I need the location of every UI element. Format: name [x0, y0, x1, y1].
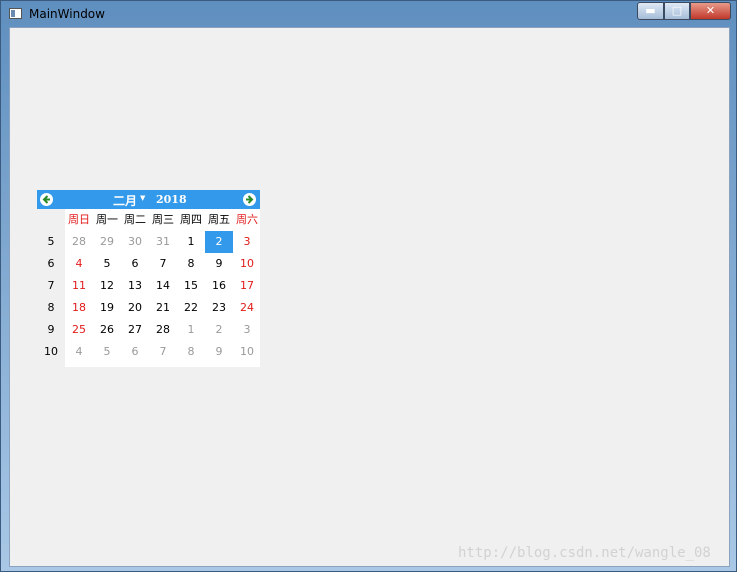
close-button[interactable]: ✕: [690, 2, 731, 20]
date-cell[interactable]: 31: [149, 231, 177, 253]
date-cell[interactable]: 1: [177, 231, 205, 253]
date-cell[interactable]: 21: [149, 297, 177, 319]
weekday-header: 周四: [180, 213, 202, 226]
date-cell[interactable]: 4: [65, 253, 93, 275]
minimize-button[interactable]: ▬: [637, 2, 664, 20]
chevron-down-icon: ▼: [140, 194, 146, 202]
week-number: 5: [47, 235, 55, 248]
window-title: MainWindow: [29, 7, 105, 21]
next-month-button[interactable]: [243, 193, 256, 206]
week-number: 9: [47, 323, 55, 336]
date-cell[interactable]: 10: [233, 253, 261, 275]
date-cell[interactable]: 9: [205, 253, 233, 275]
date-cell[interactable]: 14: [149, 275, 177, 297]
calendar-grid: 周日 周一 周二 周三 周四 周五 周六 5 28 29 30 31 1 2 3 6 4 5 6 7 8 9 10 7 11 12…: [37, 209, 260, 367]
date-cell[interactable]: 16: [205, 275, 233, 297]
year-spinbox[interactable]: 2018: [156, 193, 187, 206]
app-window-icon: [9, 8, 22, 19]
weekday-header: 周三: [152, 213, 174, 226]
prev-month-button[interactable]: [40, 193, 53, 206]
date-cell[interactable]: 10: [233, 341, 261, 363]
date-cell[interactable]: 19: [93, 297, 121, 319]
date-cell[interactable]: 11: [65, 275, 93, 297]
date-cell[interactable]: 7: [149, 341, 177, 363]
date-cell[interactable]: 15: [177, 275, 205, 297]
arrow-left-icon: [42, 195, 50, 204]
date-cell[interactable]: 5: [93, 341, 121, 363]
date-cell[interactable]: 6: [121, 253, 149, 275]
date-cell[interactable]: 3: [233, 319, 261, 341]
date-cell[interactable]: 6: [121, 341, 149, 363]
date-cell[interactable]: 4: [65, 341, 93, 363]
date-cell[interactable]: 13: [121, 275, 149, 297]
arrow-right-icon: [246, 195, 254, 204]
date-cell[interactable]: 12: [93, 275, 121, 297]
date-cell[interactable]: 17: [233, 275, 261, 297]
date-cell[interactable]: 30: [121, 231, 149, 253]
minimize-icon: ▬: [645, 4, 656, 17]
weekday-header: 周二: [124, 213, 146, 226]
title-bar[interactable]: MainWindow ▬ □ ✕: [1, 1, 737, 27]
date-cell[interactable]: 28: [65, 231, 93, 253]
weekday-header: 周日: [68, 213, 90, 226]
watermark: http://blog.csdn.net/wangle_08: [458, 545, 711, 561]
date-cell[interactable]: 26: [93, 319, 121, 341]
date-cell[interactable]: 18: [65, 297, 93, 319]
date-cell[interactable]: 24: [233, 297, 261, 319]
maximize-button[interactable]: □: [664, 2, 690, 20]
week-number: 10: [44, 345, 58, 358]
main-window: MainWindow ▬ □ ✕ 二月 ▼ 2018 周日 周一 周二 周三 周…: [0, 0, 737, 572]
week-number: 7: [47, 279, 55, 292]
date-cell[interactable]: 27: [121, 319, 149, 341]
date-cell[interactable]: 29: [93, 231, 121, 253]
calendar-navigation-bar: 二月 ▼ 2018: [37, 190, 260, 209]
close-icon: ✕: [705, 4, 716, 17]
date-cell[interactable]: 25: [65, 319, 93, 341]
date-cell[interactable]: 8: [177, 341, 205, 363]
selected-date-cell[interactable]: 2: [205, 231, 233, 253]
date-cell[interactable]: 7: [149, 253, 177, 275]
weekday-header: 周一: [96, 213, 118, 226]
month-dropdown[interactable]: 二月: [113, 192, 137, 209]
date-cell[interactable]: 3: [233, 231, 261, 253]
weekday-header: 周六: [236, 213, 258, 226]
date-cell[interactable]: 28: [149, 319, 177, 341]
calendar-widget: 二月 ▼ 2018 周日 周一 周二 周三 周四 周五 周六 5 28 29 30 31 1 2 3 6 4 5 6…: [37, 190, 260, 367]
weekday-header: 周五: [208, 213, 230, 226]
date-cell[interactable]: 9: [205, 341, 233, 363]
date-cell[interactable]: 23: [205, 297, 233, 319]
date-cell[interactable]: 20: [121, 297, 149, 319]
date-cell[interactable]: 1: [177, 319, 205, 341]
week-number: 8: [47, 301, 55, 314]
date-cell[interactable]: 2: [205, 319, 233, 341]
date-cell[interactable]: 22: [177, 297, 205, 319]
date-cell[interactable]: 5: [93, 253, 121, 275]
maximize-icon: □: [671, 4, 683, 17]
week-number: 6: [47, 257, 55, 270]
date-cell[interactable]: 8: [177, 253, 205, 275]
